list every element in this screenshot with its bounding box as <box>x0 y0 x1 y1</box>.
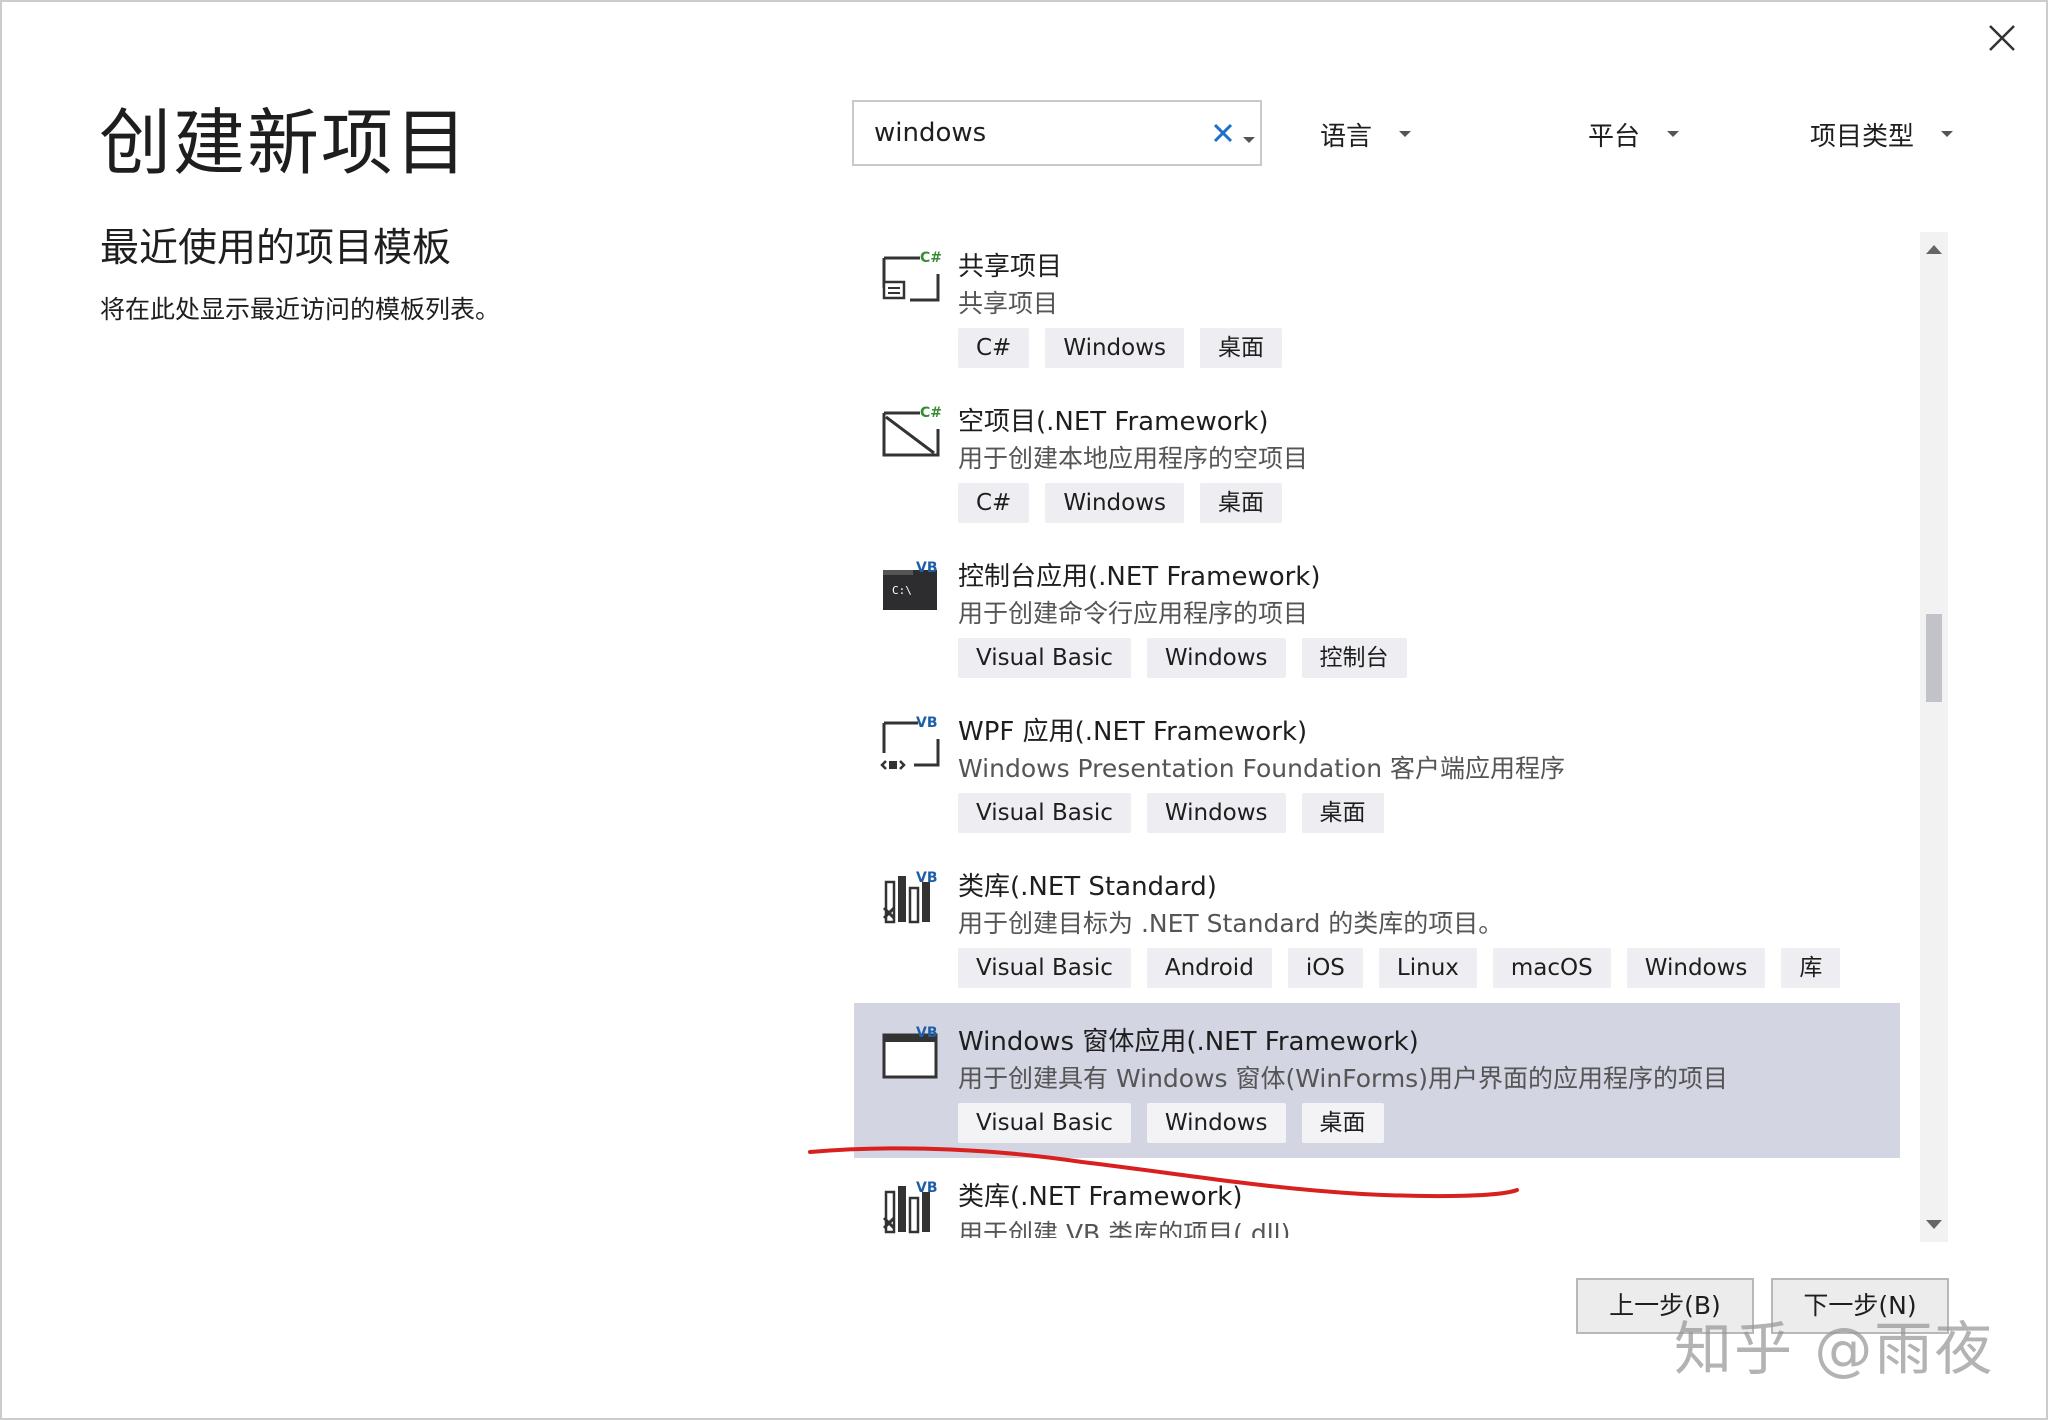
tag: 桌面 <box>1301 793 1384 833</box>
tag: 桌面 <box>1200 328 1283 368</box>
svg-text:VB: VB <box>916 1180 938 1196</box>
template-item-wpf-app[interactable]: VB WPF 应用(.NET Framework) Windows Presen… <box>854 693 1900 848</box>
template-item-windows-forms-app[interactable]: VB Windows 窗体应用(.NET Framework) 用于创建具有 W… <box>854 1003 1900 1158</box>
recent-templates-empty-text: 将在此处显示最近访问的模板列表。 <box>100 295 501 324</box>
project-type-filter[interactable]: 项目类型 <box>1810 112 1954 156</box>
template-description: 用于创建 VB 类库的项目(.dll) <box>958 1219 1291 1238</box>
template-list-scrollbar[interactable] <box>1920 232 1948 1242</box>
platform-filter[interactable]: 平台 <box>1588 112 1680 156</box>
svg-text:VB: VB <box>916 870 938 886</box>
console-app-icon: C:\ VB <box>883 560 938 610</box>
template-tags: Visual Basic Android iOS Linux macOS Win… <box>958 948 1841 988</box>
template-description: 用于创建本地应用程序的空项目 <box>958 444 1309 473</box>
svg-text:C#: C# <box>920 405 942 421</box>
watermark: 知乎 @雨夜 <box>1674 1315 1995 1383</box>
template-description: 共享项目 <box>958 289 1059 318</box>
template-item-class-library-standard[interactable]: VB 类库(.NET Standard) 用于创建目标为 .NET Standa… <box>854 848 1900 1003</box>
template-tags: Visual Basic Windows 桌面 <box>958 793 1384 833</box>
language-filter-label: 语言 <box>1320 121 1373 152</box>
tag: macOS <box>1492 948 1611 988</box>
close-icon <box>1989 25 2015 51</box>
tag: Visual Basic <box>958 793 1131 833</box>
scroll-up-arrow-icon[interactable] <box>1924 242 1944 256</box>
chevron-down-icon[interactable] <box>1242 130 1256 143</box>
chevron-down-icon <box>1667 131 1680 137</box>
template-title: 类库(.NET Framework) <box>958 1182 1243 1212</box>
close-button[interactable] <box>1982 18 2022 58</box>
tag: Visual Basic <box>958 948 1131 988</box>
platform-filter-label: 平台 <box>1588 121 1641 152</box>
svg-text:VB: VB <box>916 560 938 576</box>
template-title: 控制台应用(.NET Framework) <box>958 562 1321 592</box>
template-tags: Visual Basic Windows 桌面 <box>958 1103 1384 1143</box>
tag: C# <box>958 483 1030 523</box>
svg-text:C#: C# <box>920 250 942 266</box>
template-title: Windows 窗体应用(.NET Framework) <box>958 1027 1419 1057</box>
search-box <box>852 100 1262 166</box>
svg-text:VB: VB <box>916 715 938 731</box>
tag: iOS <box>1287 948 1363 988</box>
language-filter[interactable]: 语言 <box>1320 112 1412 156</box>
template-item-shared-project[interactable]: C# 共享项目 共享项目 C# Windows 桌面 <box>854 228 1900 383</box>
template-tags: Visual Basic Windows 控制台 <box>958 638 1407 678</box>
tag: Windows <box>1146 638 1286 678</box>
template-title: 类库(.NET Standard) <box>958 872 1217 902</box>
tag: Windows <box>1146 1103 1286 1143</box>
template-description: Windows Presentation Foundation 客户端应用程序 <box>958 754 1565 783</box>
template-tags: C# Windows 桌面 <box>958 483 1283 523</box>
tag: Linux <box>1378 948 1477 988</box>
scroll-down-arrow-icon[interactable] <box>1924 1218 1944 1232</box>
template-item-console-app[interactable]: C:\ VB 控制台应用(.NET Framework) 用于创建命令行应用程序… <box>854 538 1900 693</box>
tag: Windows <box>1146 793 1286 833</box>
tag: Windows <box>1045 483 1185 523</box>
empty-project-icon: C# <box>882 405 942 457</box>
wpf-app-icon: VB <box>880 715 940 770</box>
search-input[interactable] <box>874 102 1174 164</box>
recent-templates-heading: 最近使用的项目模板 <box>100 226 452 271</box>
template-description: 用于创建命令行应用程序的项目 <box>958 599 1309 628</box>
template-description: 用于创建具有 Windows 窗体(WinForms)用户界面的应用程序的项目 <box>958 1064 1728 1093</box>
template-title: 共享项目 <box>958 252 1063 282</box>
tag: Windows <box>1626 948 1766 988</box>
x-icon[interactable] <box>1208 118 1238 148</box>
template-title: 空项目(.NET Framework) <box>958 407 1269 437</box>
template-tags: C# Windows 桌面 <box>958 328 1283 368</box>
template-title: WPF 应用(.NET Framework) <box>958 717 1308 747</box>
template-item-empty-project[interactable]: C# 空项目(.NET Framework) 用于创建本地应用程序的空项目 C#… <box>854 383 1900 538</box>
class-library-icon: VB <box>882 870 938 924</box>
class-library-icon: VB <box>882 1180 938 1234</box>
svg-text:C:\: C:\ <box>892 584 912 597</box>
template-list: C# 共享项目 共享项目 C# Windows 桌面 C# 空项目(.NET F… <box>854 228 1900 1238</box>
page-title: 创建新项目 <box>99 101 470 185</box>
svg-text:VB: VB <box>916 1025 938 1041</box>
tag: Android <box>1146 948 1272 988</box>
template-description: 用于创建目标为 .NET Standard 的类库的项目。 <box>958 909 1504 938</box>
project-type-filter-label: 项目类型 <box>1810 121 1915 152</box>
dialog-window: 创建新项目 最近使用的项目模板 将在此处显示最近访问的模板列表。 语言 平台 项… <box>0 0 2048 1420</box>
shared-project-icon: C# <box>882 250 942 302</box>
tag: Windows <box>1045 328 1185 368</box>
template-item-class-library-framework[interactable]: VB 类库(.NET Framework) 用于创建 VB 类库的项目(.dll… <box>854 1158 1900 1238</box>
windows-forms-app-icon: VB <box>882 1025 938 1079</box>
tag: 库 <box>1781 948 1841 988</box>
tag: C# <box>958 328 1030 368</box>
tag: Visual Basic <box>958 638 1131 678</box>
scroll-thumb[interactable] <box>1926 614 1942 702</box>
tag: 控制台 <box>1301 638 1407 678</box>
chevron-down-icon <box>1941 131 1954 137</box>
tag: Visual Basic <box>958 1103 1131 1143</box>
chevron-down-icon <box>1399 131 1412 137</box>
tag: 桌面 <box>1200 483 1283 523</box>
tag: 桌面 <box>1301 1103 1384 1143</box>
